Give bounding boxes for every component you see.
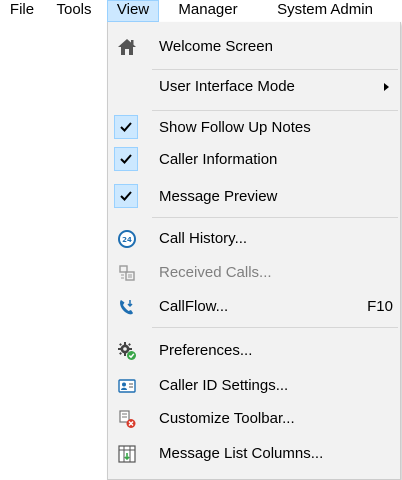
menu-item-label: Caller ID Settings...: [159, 377, 289, 394]
home-icon: [115, 35, 139, 59]
checkmark-icon: [114, 184, 138, 208]
menu-separator: [152, 110, 398, 111]
menu-bar: File Tools View Manager System Admin: [0, 0, 402, 22]
callflow-phone-icon: [115, 295, 139, 319]
menu-item-label: Call History...: [159, 230, 248, 247]
menu-item-label: CallFlow...: [159, 298, 229, 315]
menu-item-received-calls: Received Calls...: [109, 257, 399, 289]
menu-item-label: Caller Information: [159, 151, 278, 168]
customize-toolbar-icon: [115, 407, 139, 431]
menu-item-label: Customize Toolbar...: [159, 410, 295, 427]
menu-item-customize-toolbar[interactable]: Customize Toolbar...: [109, 403, 399, 435]
menu-item-user-interface-mode[interactable]: User Interface Mode: [109, 71, 399, 103]
menu-item-label: Message List Columns...: [159, 445, 324, 462]
menu-item-label: Preferences...: [159, 342, 253, 359]
menu-item-caller-id-settings[interactable]: Caller ID Settings...: [109, 370, 399, 402]
menu-manager[interactable]: Manager: [163, 0, 253, 22]
menu-system-admin[interactable]: System Admin: [258, 0, 392, 22]
received-calls-icon: [115, 261, 139, 285]
menu-separator: [152, 327, 398, 328]
menu-item-label: Message Preview: [159, 188, 278, 205]
menu-item-label: Received Calls...: [159, 264, 272, 281]
menu-item-label: Welcome Screen: [159, 38, 273, 55]
call-history-24-icon: 24: [115, 227, 139, 251]
preferences-gear-icon: [115, 339, 139, 363]
menu-separator: [152, 69, 398, 70]
shortcut-text: F10: [367, 298, 393, 315]
menu-item-label: User Interface Mode: [159, 78, 295, 95]
checkmark-icon: [114, 115, 138, 139]
menu-item-caller-information[interactable]: Caller Information: [109, 144, 399, 176]
menu-file[interactable]: File: [4, 0, 40, 22]
svg-text:24: 24: [122, 236, 132, 244]
message-list-columns-icon: [115, 442, 139, 466]
menu-item-call-history[interactable]: 24 Call History...: [109, 223, 399, 255]
menu-view[interactable]: View: [107, 0, 159, 22]
menu-item-message-preview[interactable]: Message Preview: [109, 181, 399, 213]
menu-item-message-list-columns[interactable]: Message List Columns...: [109, 438, 399, 470]
menu-item-callflow[interactable]: CallFlow... F10: [109, 291, 399, 323]
caller-id-card-icon: [115, 374, 139, 398]
menu-item-preferences[interactable]: Preferences...: [109, 335, 399, 367]
view-dropdown-menu: Welcome Screen User Interface Mode Show …: [107, 22, 401, 480]
menu-separator: [152, 217, 398, 218]
menu-tools[interactable]: Tools: [47, 0, 101, 22]
menu-item-show-follow-up-notes[interactable]: Show Follow Up Notes: [109, 112, 399, 144]
submenu-arrow-icon: [384, 83, 389, 91]
menu-item-welcome-screen[interactable]: Welcome Screen: [109, 31, 399, 63]
checkmark-icon: [114, 147, 138, 171]
menu-item-label: Show Follow Up Notes: [159, 119, 311, 136]
